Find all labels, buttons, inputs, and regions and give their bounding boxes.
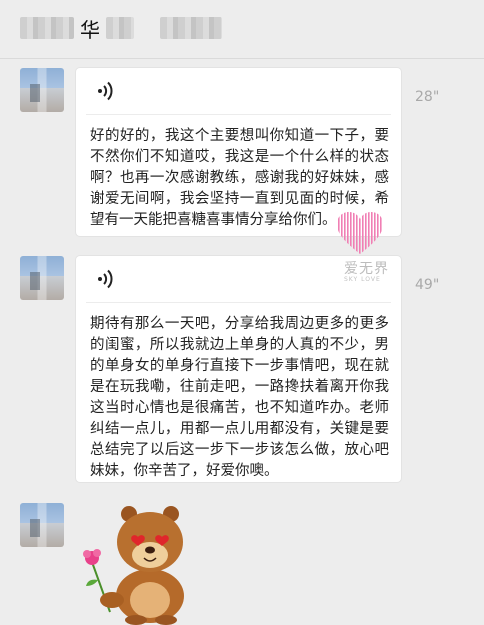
- avatar[interactable]: [20, 503, 64, 547]
- chat-title: 华: [80, 18, 100, 42]
- bubble-divider: [86, 114, 391, 115]
- avatar[interactable]: [20, 256, 64, 300]
- chat-header: 华: [0, 0, 484, 59]
- blurred-title-middle: [106, 17, 134, 39]
- avatar[interactable]: [20, 68, 64, 112]
- voice-duration: 28": [415, 89, 440, 105]
- voice-icon: [98, 269, 113, 289]
- voice-icon: [98, 81, 113, 101]
- voice-duration: 49": [415, 277, 440, 293]
- watermark-subtitle: SKY LOVE: [344, 276, 381, 283]
- bubble-divider: [86, 302, 391, 303]
- heart-sticker-icon: [337, 212, 383, 254]
- blurred-title-right: [160, 17, 222, 39]
- watermark-logo: 爱无界: [344, 261, 389, 277]
- bear-sticker-icon[interactable]: [78, 500, 198, 625]
- voice-transcript: 期待有那么一天吧，分享给我周边更多的更多的闺蜜，所以我就边上单身的人真的不少，男…: [90, 316, 389, 479]
- voice-message-bubble[interactable]: 期待有那么一天吧，分享给我周边更多的更多的闺蜜，所以我就边上单身的人真的不少，男…: [76, 256, 401, 482]
- blurred-title-left: [20, 17, 74, 39]
